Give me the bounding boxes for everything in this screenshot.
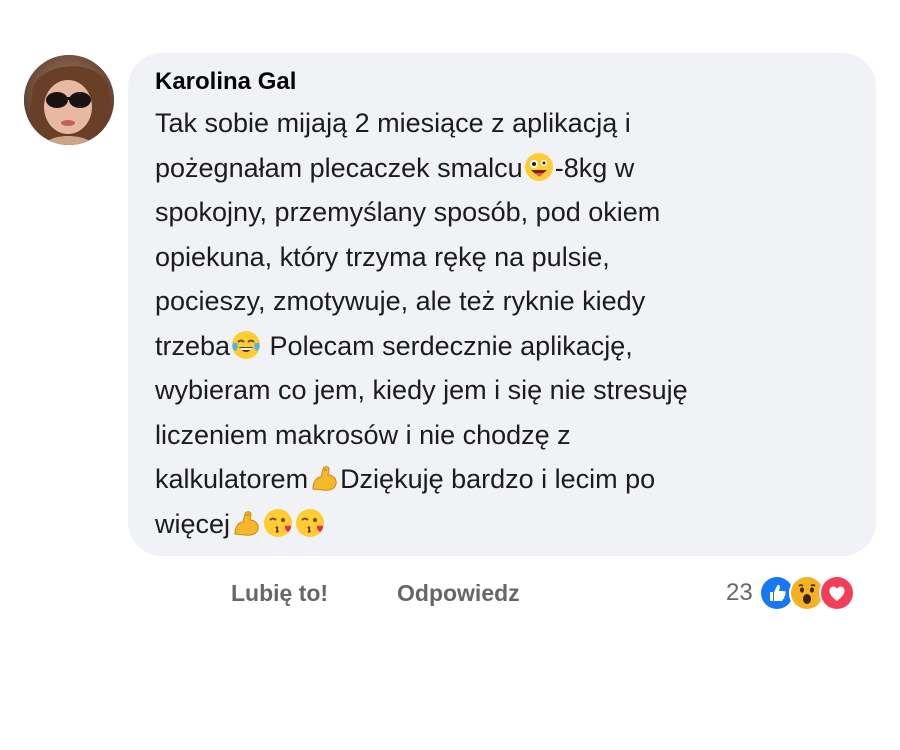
reply-button[interactable]: Odpowiedz bbox=[397, 575, 520, 611]
reactions-summary[interactable]: 23 bbox=[726, 575, 855, 611]
tears-of-joy-emoji bbox=[231, 330, 261, 360]
flexed-biceps-emoji bbox=[231, 508, 261, 538]
comment-line: liczeniem makrosów i nie chodzę z bbox=[155, 419, 571, 450]
comment-line: pocieszy, zmotywuje, ale też ryknie kied… bbox=[155, 286, 646, 316]
comment-line: trzeba Polecam serdecznie aplikację, bbox=[155, 330, 633, 361]
love-reaction-icon bbox=[818, 575, 855, 611]
comment-line: więcej bbox=[155, 502, 852, 547]
comment-line: Tak sobie mijają 2 miesiące z aplikacją … bbox=[155, 108, 631, 138]
comment-line: opiekuna, który trzyma rękę na pulsie, bbox=[155, 241, 610, 272]
comment-author[interactable]: Karolina Gal bbox=[155, 67, 852, 101]
comment-line: pożegnałam plecaczek smalcu -8kg w bbox=[155, 152, 635, 183]
zany-face-emoji bbox=[524, 152, 554, 182]
like-button[interactable]: Lubię to! bbox=[231, 575, 328, 611]
comment-line: kalkulatorem Dziękuję bardzo i lecim po bbox=[155, 463, 656, 494]
reaction-count: 23 bbox=[726, 579, 753, 606]
kissing-heart-emoji bbox=[263, 508, 293, 538]
author-avatar[interactable] bbox=[24, 55, 114, 145]
kissing-heart-emoji bbox=[295, 508, 325, 538]
comment-bubble: Karolina Gal Tak sobie mijają 2 miesiące… bbox=[128, 53, 876, 556]
reaction-icons bbox=[758, 575, 855, 611]
comment-text: Tak sobie mijają 2 miesiące z aplikacją … bbox=[155, 101, 852, 546]
comment-line: wybieram co jem, kiedy jem i się nie str… bbox=[155, 375, 688, 405]
comment-line: spokojny, przemyślany sposób, pod okiem bbox=[155, 197, 661, 227]
flexed-biceps-emoji bbox=[309, 463, 339, 493]
comment-actions: Lubię to! Odpowiedz 23 bbox=[0, 575, 900, 611]
